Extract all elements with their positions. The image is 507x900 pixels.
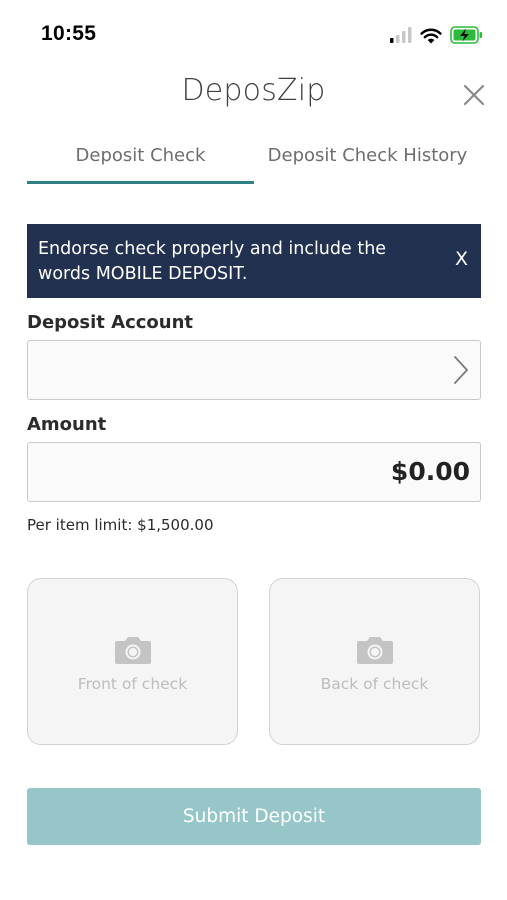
- tab-deposit-check[interactable]: Deposit Check: [27, 145, 254, 166]
- status-icons: [390, 24, 483, 46]
- close-button[interactable]: [463, 84, 485, 106]
- app-title: DeposZip: [181, 73, 326, 108]
- amount-value: $0.00: [390, 457, 470, 486]
- deposit-screen: 10:55 DeposZip Deposit Check Deposit Che…: [0, 0, 507, 900]
- cellular-signal-icon: [390, 27, 412, 43]
- close-icon: [463, 84, 485, 106]
- back-of-check-label: Back of check: [320, 675, 429, 693]
- amount-input[interactable]: $0.00: [27, 442, 481, 502]
- submit-deposit-button[interactable]: Submit Deposit: [27, 788, 481, 845]
- amount-label: Amount: [27, 414, 107, 435]
- battery-charging-icon: [450, 26, 482, 44]
- chevron-right-icon: [454, 356, 468, 384]
- wifi-icon: [420, 28, 442, 43]
- camera-icon: [115, 637, 151, 664]
- active-tab-indicator: [27, 181, 254, 184]
- camera-icon: [357, 637, 393, 664]
- per-item-limit: Per item limit: $1,500.00: [27, 516, 214, 534]
- endorse-banner: Endorse check properly and include the w…: [27, 224, 481, 298]
- status-time: 10:55: [41, 22, 97, 45]
- back-of-check-capture[interactable]: Back of check: [269, 578, 480, 745]
- deposit-account-select[interactable]: [27, 340, 481, 400]
- front-of-check-capture[interactable]: Front of check: [27, 578, 238, 745]
- tab-deposit-check-history[interactable]: Deposit Check History: [254, 145, 481, 166]
- deposit-account-label: Deposit Account: [27, 312, 194, 333]
- banner-message: Endorse check properly and include the w…: [38, 239, 387, 284]
- front-of-check-label: Front of check: [77, 675, 188, 693]
- banner-close-button[interactable]: X: [455, 248, 468, 270]
